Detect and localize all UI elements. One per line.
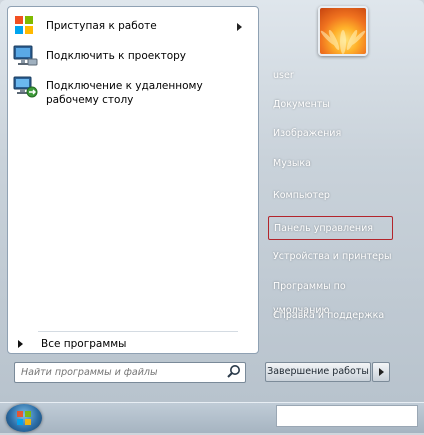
program-label: Подключить к проектору — [46, 50, 186, 62]
chevron-right-icon — [237, 23, 242, 31]
right-link-help-support[interactable]: Справка и поддержка — [268, 304, 396, 328]
search-input[interactable] — [15, 367, 225, 378]
program-item-getting-started[interactable]: Приступая к работе — [12, 13, 252, 41]
right-link-pictures[interactable]: Изображения — [268, 122, 396, 146]
projector-icon — [12, 43, 40, 71]
right-link-music[interactable]: Музыка — [268, 152, 396, 176]
user-picture[interactable] — [318, 6, 368, 56]
search-box[interactable] — [14, 362, 246, 383]
right-link-documents[interactable]: Документы — [268, 93, 396, 117]
program-item-remote-desktop[interactable]: Подключение к удаленному рабочему столу — [12, 73, 252, 107]
remote-desktop-icon — [12, 73, 40, 101]
right-link-default-programs[interactable]: Программы по умолчанию — [268, 275, 396, 316]
program-label: Подключение к удаленному рабочему столу — [46, 80, 203, 106]
getting-started-icon — [12, 13, 40, 41]
right-link-user[interactable]: user — [268, 64, 396, 88]
start-button[interactable] — [6, 404, 42, 432]
programs-panel: Приступая к работе Подключить к проектор… — [7, 6, 259, 354]
search-icon[interactable] — [225, 363, 245, 382]
right-link-devices-printers[interactable]: Устройства и принтеры — [268, 245, 396, 269]
divider — [38, 331, 238, 332]
all-programs-button[interactable]: Все программы — [18, 338, 126, 350]
right-link-control-panel[interactable]: Панель управления — [268, 216, 393, 240]
taskbar-tray-area[interactable] — [276, 405, 418, 427]
all-programs-label: Все программы — [41, 338, 127, 350]
start-menu: Приступая к работе Подключить к проектор… — [0, 0, 424, 402]
right-link-computer[interactable]: Компьютер — [268, 184, 396, 208]
shutdown-button[interactable]: Завершение работы — [265, 362, 371, 382]
shutdown-options-button[interactable] — [372, 362, 390, 382]
program-item-projector[interactable]: Подключить к проектору — [12, 43, 252, 71]
program-label: Приступая к работе — [46, 20, 157, 32]
chevron-right-icon — [18, 340, 23, 348]
